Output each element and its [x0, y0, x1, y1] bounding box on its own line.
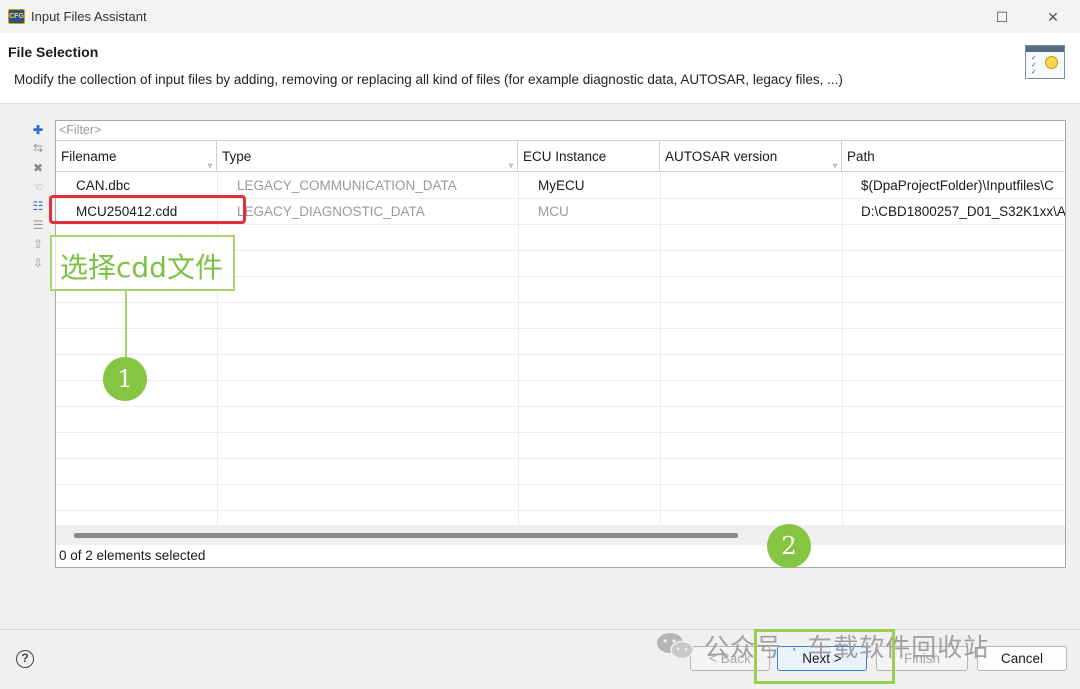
cell-type: LEGACY_DIAGNOSTIC_DATA	[237, 204, 425, 219]
help-icon[interactable]: ?	[16, 650, 34, 668]
page-title: File Selection	[8, 44, 99, 60]
table-header: Filename ▿ Type ▿ ECU Instance AUTOSAR ver…	[56, 141, 1065, 172]
next-button-highlight	[754, 629, 895, 684]
cell-path: $(DpaProjectFolder)\Inputfiles\C	[861, 178, 1054, 193]
cancel-button[interactable]: Cancel	[977, 646, 1067, 671]
cell-ecu-instance: MyECU	[538, 178, 585, 193]
step-marker-2: 2	[767, 524, 811, 568]
column-header-autosar-version[interactable]: AUTOSAR version ▿	[660, 141, 842, 172]
cell-autosar-version	[666, 199, 836, 225]
step-marker-1: 1	[103, 357, 147, 401]
remove-icon[interactable]: ✖	[31, 161, 45, 175]
column-header-path[interactable]: Path	[842, 141, 1065, 172]
replace-icon[interactable]: ⇆	[31, 141, 45, 155]
page-description: Modify the collection of input files by …	[14, 72, 843, 87]
cell-type: LEGACY_COMMUNICATION_DATA	[237, 178, 457, 193]
check-all-icon[interactable]: ☷	[31, 199, 45, 213]
uncheck-all-icon[interactable]: ☰	[31, 218, 45, 232]
scrollbar-thumb[interactable]	[74, 533, 738, 538]
move-down-icon[interactable]: ⇩	[31, 256, 45, 270]
sort-icon: ▿	[832, 161, 837, 170]
wizard-header: File Selection Modify the collection of …	[0, 33, 1080, 104]
close-icon[interactable]: ✕	[1033, 4, 1073, 30]
sort-icon: ▿	[207, 161, 212, 170]
sort-icon: ▿	[508, 161, 513, 170]
maximize-icon[interactable]: ☐	[982, 4, 1022, 30]
column-header-filename[interactable]: Filename ▿	[56, 141, 217, 172]
callout-connector	[125, 291, 127, 357]
horizontal-scrollbar[interactable]	[56, 525, 1065, 545]
window-title: Input Files Assistant	[31, 9, 147, 24]
cdd-row-highlight	[49, 195, 246, 224]
cell-autosar-version	[666, 173, 836, 199]
input-files-table: <Filter> Filename ▿ Type ▿ ECU Instance AU…	[55, 120, 1066, 568]
app-icon: CFG	[8, 9, 25, 24]
wechat-icon	[657, 633, 694, 660]
column-header-type[interactable]: Type ▿	[217, 141, 518, 172]
selection-status: 0 of 2 elements selected	[59, 548, 206, 563]
move-up-icon[interactable]: ⇧	[31, 237, 45, 251]
cell-ecu-instance: MCU	[538, 204, 569, 219]
wizard-banner-icon: ✓ ✓ ✓	[1025, 45, 1065, 79]
callout-text: 选择cdd文件	[60, 251, 223, 284]
column-header-ecu-instance[interactable]: ECU Instance	[518, 141, 660, 172]
cell-path: D:\CBD1800257_D01_S32K1xx\A	[861, 204, 1065, 219]
filter-input[interactable]: <Filter>	[56, 121, 1065, 141]
add-icon[interactable]: ✚	[31, 123, 45, 137]
title-bar: CFG Input Files Assistant ☐ ✕	[0, 0, 1080, 33]
hand-icon[interactable]: ☜	[31, 180, 45, 194]
table-body: CAN.dbc LEGACY_COMMUNICATION_DATA MyECU …	[56, 173, 1065, 525]
